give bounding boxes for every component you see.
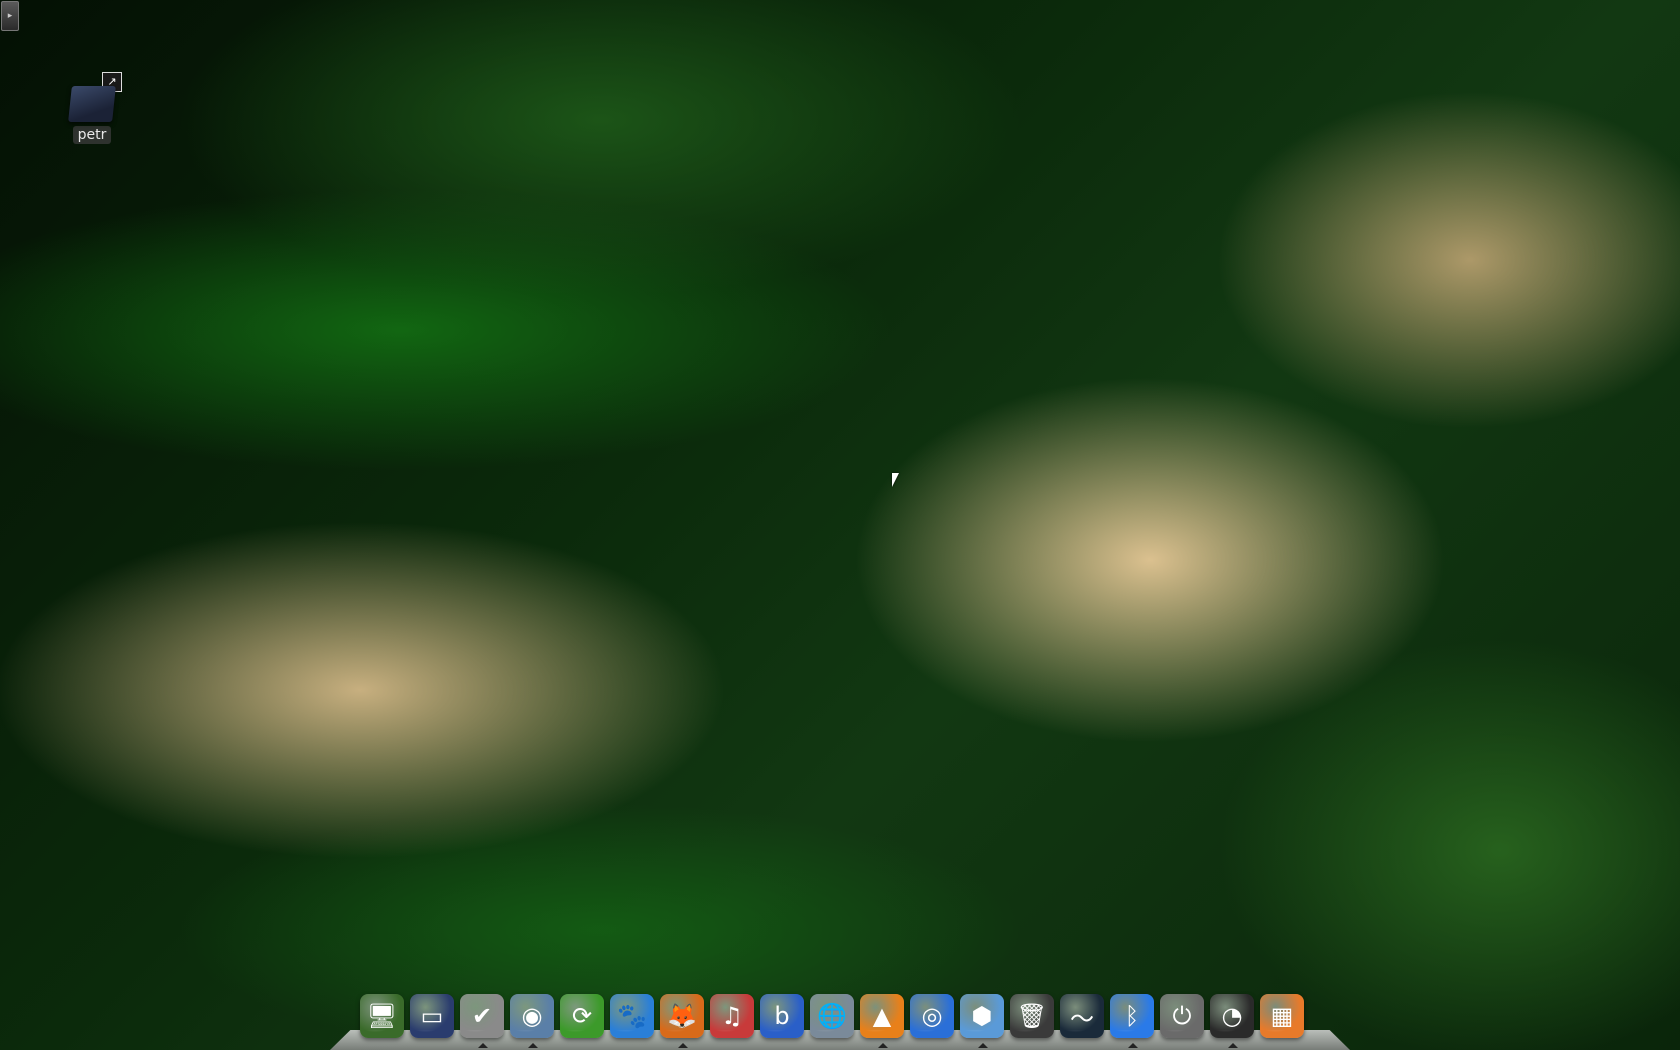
chrome-icon[interactable]: ◉ <box>510 994 554 1048</box>
desktop-icon-petr[interactable]: ↗ petr <box>62 72 122 144</box>
bluetooth-icon[interactable]: ᛒ <box>1110 994 1154 1048</box>
vlc-icon[interactable]: ▲ <box>860 994 904 1048</box>
dock-items: 🖥 ▭ ✔ ◉ ⟳ 🐾 🦊 ♫ b 🌐 ▲ ◎ ⬢ 🗑 〜 ᛒ ⏻ ◔ ▦ <box>360 994 1304 1048</box>
power-icon[interactable]: ⏻ <box>1160 994 1204 1038</box>
terminal-icon[interactable]: ▭ <box>410 994 454 1038</box>
folder-shortcut-icon <box>68 86 116 122</box>
panel-toggle-handle[interactable]: ▸ <box>1 1 19 31</box>
clock-icon[interactable]: ◔ <box>1210 994 1254 1048</box>
virtualbox-icon[interactable]: ⬢ <box>960 994 1004 1048</box>
display-settings-icon[interactable]: 🖥 <box>360 994 404 1038</box>
dock: 🖥 ▭ ✔ ◉ ⟳ 🐾 🦊 ♫ b 🌐 ▲ ◎ ⬢ 🗑 〜 ᛒ ⏻ ◔ ▦ <box>330 984 1350 1050</box>
media-player-icon[interactable]: ♫ <box>710 994 754 1038</box>
network-globe-icon[interactable]: 🌐 <box>810 994 854 1038</box>
desktop-wallpaper[interactable]: ▸ ↗ petr 🖥 ▭ ✔ ◉ ⟳ 🐾 🦊 ♫ b 🌐 ▲ ◎ ⬢ 🗑 〜 ᛒ ⏻ ◔ ▦ <box>0 0 1680 1050</box>
trash-icon[interactable]: 🗑 <box>1010 994 1054 1038</box>
desktop-icon-label: petr <box>72 126 112 144</box>
image-viewer-icon[interactable]: ▦ <box>1260 994 1304 1038</box>
disk-utility-icon[interactable]: ✔ <box>460 994 504 1048</box>
system-monitor-icon[interactable]: 〜 <box>1060 994 1104 1038</box>
gnome-icon[interactable]: 🐾 <box>610 994 654 1038</box>
web-browser-icon[interactable]: ◎ <box>910 994 954 1038</box>
bittorrent-icon[interactable]: b <box>760 994 804 1038</box>
mouse-cursor-icon <box>892 473 899 487</box>
firefox-icon[interactable]: 🦊 <box>660 994 704 1048</box>
update-manager-icon[interactable]: ⟳ <box>560 994 604 1038</box>
